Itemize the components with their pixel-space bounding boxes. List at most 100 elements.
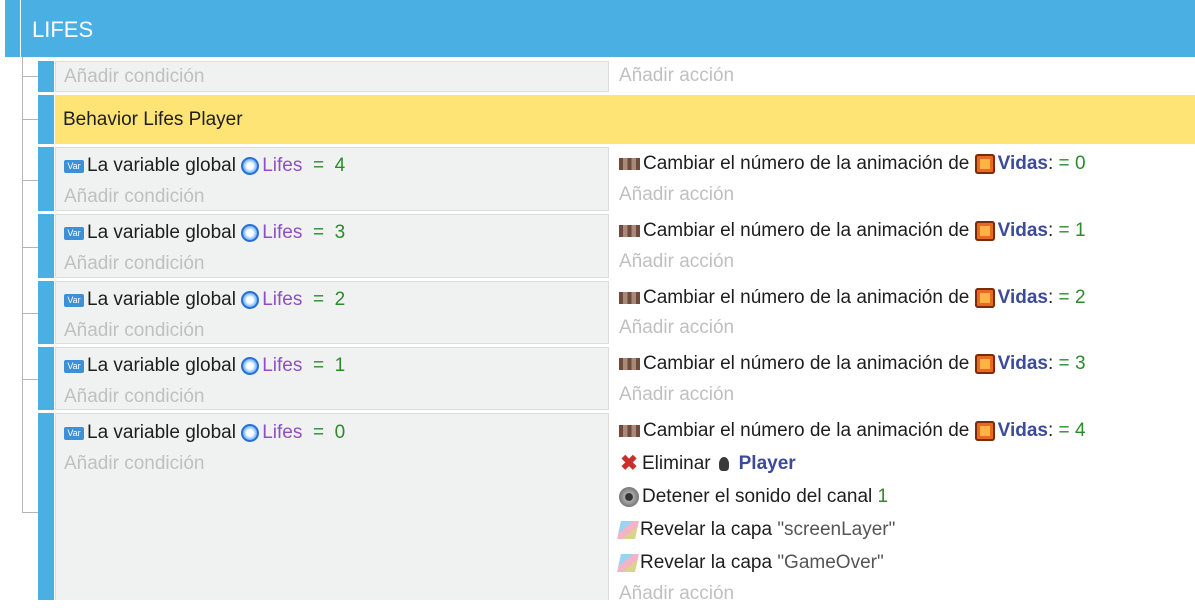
global-variable-icon xyxy=(241,157,260,175)
comment-event[interactable]: Behavior Lifes Player xyxy=(38,95,1195,144)
comment-box[interactable]: Behavior Lifes Player xyxy=(55,95,1195,144)
comment-text: Behavior Lifes Player xyxy=(63,109,243,130)
conditions-panel[interactable]: Var La variable global Lifes = 4 Añadir … xyxy=(55,147,609,211)
actions-panel[interactable]: Cambiar el número de la animación de Vid… xyxy=(610,281,1195,344)
variable-icon: Var xyxy=(64,226,84,240)
variable-name: Lifes xyxy=(262,222,303,243)
action-row[interactable]: Revelar la capa "GameOver" xyxy=(617,549,884,577)
actions-panel[interactable]: Cambiar el número de la animación de Vid… xyxy=(610,347,1195,410)
value: 2 xyxy=(1074,287,1086,308)
colon: : xyxy=(1047,353,1054,374)
value: 3 xyxy=(334,222,346,243)
speaker-icon xyxy=(619,487,639,507)
condition-row[interactable]: Var La variable global Lifes = 2 xyxy=(64,286,345,314)
group-header[interactable]: LIFES xyxy=(21,0,1195,57)
action-row[interactable]: Cambiar el número de la animación de Vid… xyxy=(619,217,1086,245)
add-action-link[interactable]: Añadir acción xyxy=(619,65,734,87)
event-handle[interactable] xyxy=(38,95,54,144)
add-action-link[interactable]: Añadir acción xyxy=(619,384,734,406)
event-handle[interactable] xyxy=(38,147,54,211)
action-text: Cambiar el número de la animación de xyxy=(643,287,970,308)
add-condition-link[interactable]: Añadir condición xyxy=(64,186,204,208)
conditions-panel[interactable]: Añadir condición xyxy=(55,61,609,92)
event-handle[interactable] xyxy=(38,281,54,344)
operator: = xyxy=(1058,353,1070,374)
group-title: LIFES xyxy=(32,17,94,42)
variable-name: Lifes xyxy=(262,422,303,443)
layer-icon xyxy=(617,554,639,572)
actions-panel[interactable]: Cambiar el número de la animación de Vid… xyxy=(610,214,1195,278)
event-handle[interactable] xyxy=(38,413,54,600)
sprite-icon xyxy=(974,354,995,374)
add-condition-link[interactable]: Añadir condición xyxy=(64,453,204,475)
action-text: Cambiar el número de la animación de xyxy=(643,220,970,241)
colon: : xyxy=(1047,420,1054,441)
variable-icon: Var xyxy=(64,159,84,173)
value: 2 xyxy=(334,289,346,310)
add-action-link[interactable]: Añadir acción xyxy=(619,184,734,206)
layer-icon xyxy=(617,521,639,539)
add-condition-link[interactable]: Añadir condición xyxy=(64,320,204,342)
condition-row[interactable]: Var La variable global Lifes = 1 xyxy=(64,352,345,380)
object-name: Vidas xyxy=(997,220,1048,241)
action-row[interactable]: Revelar la capa "screenLayer" xyxy=(617,516,895,544)
condition-row[interactable]: Var La variable global Lifes = 0 xyxy=(64,419,345,447)
value: 4 xyxy=(334,155,346,176)
variable-icon: Var xyxy=(64,359,84,373)
operator: = xyxy=(312,155,325,176)
actions-panel[interactable]: Añadir acción xyxy=(610,61,1195,92)
conditions-panel[interactable]: Var La variable global Lifes = 1 Añadir … xyxy=(55,347,609,410)
global-variable-icon xyxy=(241,424,260,442)
action-text: Cambiar el número de la animación de xyxy=(643,420,970,441)
event-handle[interactable] xyxy=(38,347,54,410)
action-text: Detener el sonido del canal xyxy=(642,486,873,507)
object-name: Player xyxy=(738,453,796,474)
condition-row[interactable]: Var La variable global Lifes = 4 xyxy=(64,152,345,180)
tree-branch xyxy=(22,180,38,181)
operator: = xyxy=(312,355,325,376)
event-handle[interactable] xyxy=(38,61,54,92)
colon: : xyxy=(1047,153,1054,174)
sprite-icon xyxy=(974,221,995,241)
add-action-link[interactable]: Añadir acción xyxy=(619,317,734,339)
value: 3 xyxy=(1074,353,1086,374)
conditions-panel[interactable]: Var La variable global Lifes = 2 Añadir … xyxy=(55,281,609,344)
action-row[interactable]: Cambiar el número de la animación de Vid… xyxy=(619,350,1086,378)
sprite-icon xyxy=(974,154,995,174)
tree-branch xyxy=(22,76,38,77)
add-action-link[interactable]: Añadir acción xyxy=(619,251,734,273)
event-handle[interactable] xyxy=(38,214,54,278)
add-condition-link[interactable]: Añadir condición xyxy=(64,386,204,408)
add-condition-link[interactable]: Añadir condición xyxy=(64,253,204,275)
add-condition-link[interactable]: Añadir condición xyxy=(64,66,204,88)
action-row[interactable]: Cambiar el número de la animación de Vid… xyxy=(619,150,1086,178)
action-text: Cambiar el número de la animación de xyxy=(643,153,970,174)
operator: = xyxy=(1058,287,1070,308)
animation-icon xyxy=(619,425,640,437)
sprite-icon xyxy=(974,288,995,308)
action-row[interactable]: ✖ Eliminar Player xyxy=(619,450,796,478)
conditions-panel[interactable]: Var La variable global Lifes = 3 Añadir … xyxy=(55,214,609,278)
group-collapse-marker[interactable] xyxy=(5,0,20,57)
operator: = xyxy=(1058,420,1070,441)
global-variable-icon xyxy=(241,357,260,375)
action-row[interactable]: Detener el sonido del canal 1 xyxy=(619,483,888,511)
variable-icon: Var xyxy=(64,426,84,440)
value: 1 xyxy=(877,486,889,507)
add-action-link[interactable]: Añadir acción xyxy=(619,583,734,605)
animation-icon xyxy=(619,292,640,304)
value: 4 xyxy=(1074,420,1086,441)
conditions-panel[interactable]: Var La variable global Lifes = 0 Añadir … xyxy=(55,413,609,600)
condition-text: La variable global xyxy=(87,422,236,443)
tree-branch xyxy=(22,379,38,380)
object-name: Vidas xyxy=(997,153,1048,174)
action-row[interactable]: Cambiar el número de la animación de Vid… xyxy=(619,284,1086,312)
action-text: Cambiar el número de la animación de xyxy=(643,353,970,374)
actions-panel[interactable]: Cambiar el número de la animación de Vid… xyxy=(610,413,1195,604)
condition-row[interactable]: Var La variable global Lifes = 3 xyxy=(64,219,345,247)
action-text: Eliminar xyxy=(642,453,711,474)
variable-name: Lifes xyxy=(262,289,303,310)
action-row[interactable]: Cambiar el número de la animación de Vid… xyxy=(619,417,1086,445)
actions-panel[interactable]: Cambiar el número de la animación de Vid… xyxy=(610,147,1195,211)
operator: = xyxy=(312,222,325,243)
